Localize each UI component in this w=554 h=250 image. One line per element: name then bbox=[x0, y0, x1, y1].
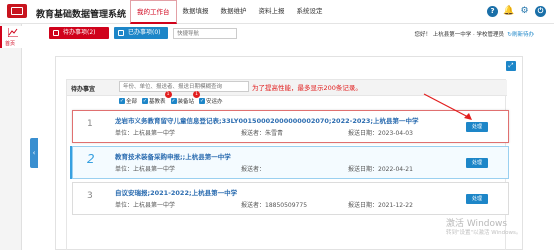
todo-search-input[interactable] bbox=[119, 81, 249, 92]
nav-tab-system-settings[interactable]: 系统设定 bbox=[291, 0, 329, 24]
item-unit: 单位：上杭县第一中学 bbox=[115, 130, 176, 137]
main-nav: 我的工作台 数据填报 数据维护 资料上报 系统设定 bbox=[130, 0, 329, 24]
collapse-handle[interactable]: ‹ bbox=[30, 138, 38, 168]
bell-icon[interactable]: 🔔 bbox=[503, 6, 514, 17]
item-unit: 单位：上杭县第一中学 bbox=[115, 202, 176, 209]
chart-line-icon bbox=[8, 28, 18, 37]
item-date: 报送日期：2022-04-21 bbox=[348, 166, 413, 173]
nav-tab-data-maintenance[interactable]: 数据维护 bbox=[215, 0, 253, 24]
pending-tasks-button[interactable]: 待办事项(2) bbox=[49, 27, 109, 39]
filter-label: 全部 bbox=[126, 99, 138, 105]
item-title[interactable]: 龙岩市义务教育留守儿童信息登记表;33LY0015000200000000207… bbox=[115, 115, 419, 125]
filter-label: 安运办 bbox=[206, 99, 223, 105]
settings-icon[interactable]: ⚙ bbox=[519, 6, 530, 17]
rail-item-home[interactable]: 首页 bbox=[0, 26, 22, 48]
quick-nav-input[interactable] bbox=[173, 28, 237, 39]
filter-label: 装备站 bbox=[177, 99, 195, 105]
app-title: 教育基础数据管理系统 bbox=[36, 10, 127, 20]
nav-tab-data-entry[interactable]: 数据填报 bbox=[177, 0, 215, 24]
checkbox-checked-icon: ✓ bbox=[199, 98, 206, 104]
item-number: 2 bbox=[87, 152, 95, 166]
handle-button[interactable]: 处理 bbox=[466, 122, 488, 132]
expand-button[interactable]: ⤢ bbox=[506, 61, 516, 71]
filter-equipment-station[interactable]: ✓ 装备站 1 bbox=[170, 91, 201, 105]
item-reporter: 报送者： bbox=[241, 166, 266, 173]
pending-tasks-label: 待办事项(2) bbox=[63, 29, 96, 36]
done-tasks-button[interactable]: 已办事项(0) bbox=[114, 27, 168, 39]
help-icon[interactable]: ? bbox=[487, 6, 498, 17]
nav-tab-workbench[interactable]: 我的工作台 bbox=[130, 0, 177, 24]
filter-safety-office[interactable]: ✓ 安运办 bbox=[199, 97, 223, 105]
handle-button[interactable]: 处理 bbox=[466, 194, 488, 204]
checkbox-checked-icon: ✓ bbox=[170, 98, 177, 104]
expand-icon: ⤢ bbox=[508, 62, 514, 69]
check-list-icon bbox=[118, 30, 124, 36]
logout-icon[interactable]: ⏻ bbox=[535, 6, 546, 17]
item-number: 3 bbox=[87, 191, 93, 201]
item-number: 1 bbox=[87, 119, 93, 129]
item-date: 报送日期：2023-04-03 bbox=[348, 130, 413, 137]
left-rail: 首页 bbox=[0, 24, 22, 250]
filter-group: ✓ 全部 ✓ 基教表 1 ✓ 装备站 1 ✓ 安运办 bbox=[119, 91, 223, 105]
rail-item-label: 首页 bbox=[5, 41, 16, 47]
done-tasks-label: 已办事项(0) bbox=[128, 29, 161, 36]
nav-tab-report-upload[interactable]: 资料上报 bbox=[253, 0, 291, 24]
item-reporter: 报送者：朱雪青 bbox=[241, 130, 284, 137]
item-reporter: 报送者：18850509775 bbox=[241, 202, 308, 209]
item-title[interactable]: 自议安瑞报;2021-2022;上杭县第一中学 bbox=[115, 187, 237, 197]
todo-title: 待办事宜 bbox=[71, 86, 96, 93]
item-date: 报送日期：2021-12-22 bbox=[348, 202, 413, 209]
chevron-left-icon: ‹ bbox=[32, 149, 36, 157]
handle-button[interactable]: 处理 bbox=[466, 158, 488, 168]
checkbox-checked-icon: ✓ bbox=[142, 98, 149, 104]
todo-item[interactable]: 2 教育技术装备采购申报;;上杭县第一中学 单位：上杭县第一中学 报送者： 报送… bbox=[72, 146, 509, 179]
clipboard-icon bbox=[53, 30, 59, 36]
filter-label: 基教表 bbox=[149, 99, 166, 105]
top-bar: 教育基础数据管理系统 我的工作台 数据填报 数据维护 资料上报 系统设定 ? 🔔… bbox=[0, 0, 554, 24]
app-logo bbox=[3, 3, 31, 21]
user-greeting: 您好！ 上杭县第一中学 · 学校管理员 bbox=[414, 32, 505, 38]
activation-watermark-sub: 转到"设置"以激活 Windows。 bbox=[446, 230, 522, 236]
refresh-label: 刷新待办 bbox=[511, 32, 534, 38]
item-unit: 单位：上杭县第一中学 bbox=[115, 166, 176, 173]
item-title[interactable]: 教育技术装备采购申报;;上杭县第一中学 bbox=[115, 151, 231, 161]
filter-basic-education[interactable]: ✓ 基教表 1 bbox=[142, 91, 172, 105]
performance-notice: 为了提高性能，最多显示200条记录。 bbox=[252, 84, 362, 92]
filter-all[interactable]: ✓ 全部 bbox=[119, 97, 137, 105]
todo-item[interactable]: 3 自议安瑞报;2021-2022;上杭县第一中学 单位：上杭县第一中学 报送者… bbox=[72, 182, 509, 215]
checkbox-checked-icon: ✓ bbox=[119, 98, 125, 104]
top-icon-group: ? 🔔 ⚙ ⏻ bbox=[487, 6, 546, 17]
refresh-tasks-link[interactable]: ↻刷新待办 bbox=[507, 30, 534, 38]
todo-item[interactable]: 1 龙岩市义务教育留守儿童信息登记表;33LY00150002000000002… bbox=[72, 110, 509, 143]
